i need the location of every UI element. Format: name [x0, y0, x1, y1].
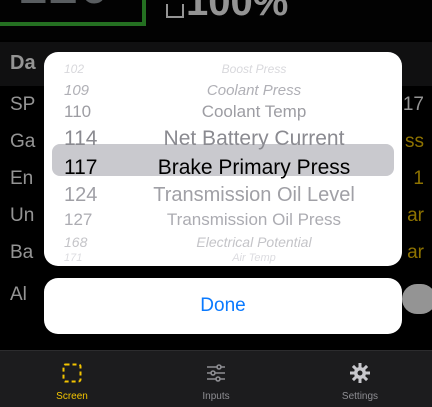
picker-item[interactable]: 109 Coolant Press — [44, 82, 402, 103]
tab-screen-label: Screen — [56, 391, 88, 402]
picker-item-name: Transmission Oil Level — [153, 184, 355, 206]
picker-item[interactable]: 171 Air Temp — [44, 252, 402, 266]
picker-item-selected[interactable]: 117 Brake Primary Press — [44, 156, 402, 183]
picker-item[interactable]: 127 Transmission Oil Press — [44, 210, 402, 233]
sliders-icon — [207, 364, 225, 382]
picker-item-name: Brake Primary Press — [157, 156, 351, 179]
picker-item-name: Boost Press — [221, 62, 287, 76]
picker-item-number: 127 — [64, 210, 93, 229]
picker-item-number: 117 — [64, 156, 98, 179]
picker-item-number: 110 — [64, 102, 92, 121]
picker-item[interactable]: 124 Transmission Oil Level — [44, 184, 402, 210]
picker-item-number: 109 — [64, 82, 90, 99]
picker-item-number: 124 — [64, 184, 98, 206]
picker-item-number: 102 — [64, 62, 85, 76]
tab-settings-label: Settings — [341, 391, 379, 402]
tab-bar: Screen Inputs Settings — [0, 350, 432, 407]
screen-icon — [62, 363, 82, 383]
picker-item-name: Transmission Oil Press — [166, 210, 342, 229]
tab-screen[interactable]: Screen — [0, 351, 144, 407]
gear-icon — [350, 363, 370, 383]
picker-item-number: 114 — [64, 127, 98, 150]
picker-item-name: Electrical Potential — [196, 234, 312, 250]
picker-item-number: 168 — [64, 234, 88, 250]
picker-item-number: 171 — [64, 252, 83, 264]
picker-item-name: Net Battery Current — [163, 127, 345, 150]
picker-item[interactable]: 110 Coolant Temp — [44, 102, 402, 125]
tab-inputs-label: Inputs — [202, 391, 230, 402]
picker-item[interactable]: 102 Boost Press — [44, 62, 402, 80]
tab-inputs[interactable]: Inputs — [144, 351, 288, 407]
picker-item-name: Air Temp — [232, 252, 276, 264]
picker-item-name: Coolant Temp — [201, 102, 307, 121]
picker-item[interactable]: 114 Net Battery Current — [44, 127, 402, 154]
picker-item[interactable]: 168 Electrical Potential — [44, 234, 402, 254]
parameter-picker-wheel[interactable]: 102 Boost Press 109 Coolant Press 110 Coolant… — [44, 52, 402, 266]
picker-item-name: Coolant Press — [206, 82, 302, 99]
tab-settings[interactable]: Settings — [288, 351, 432, 407]
done-button[interactable]: Done — [44, 278, 402, 334]
